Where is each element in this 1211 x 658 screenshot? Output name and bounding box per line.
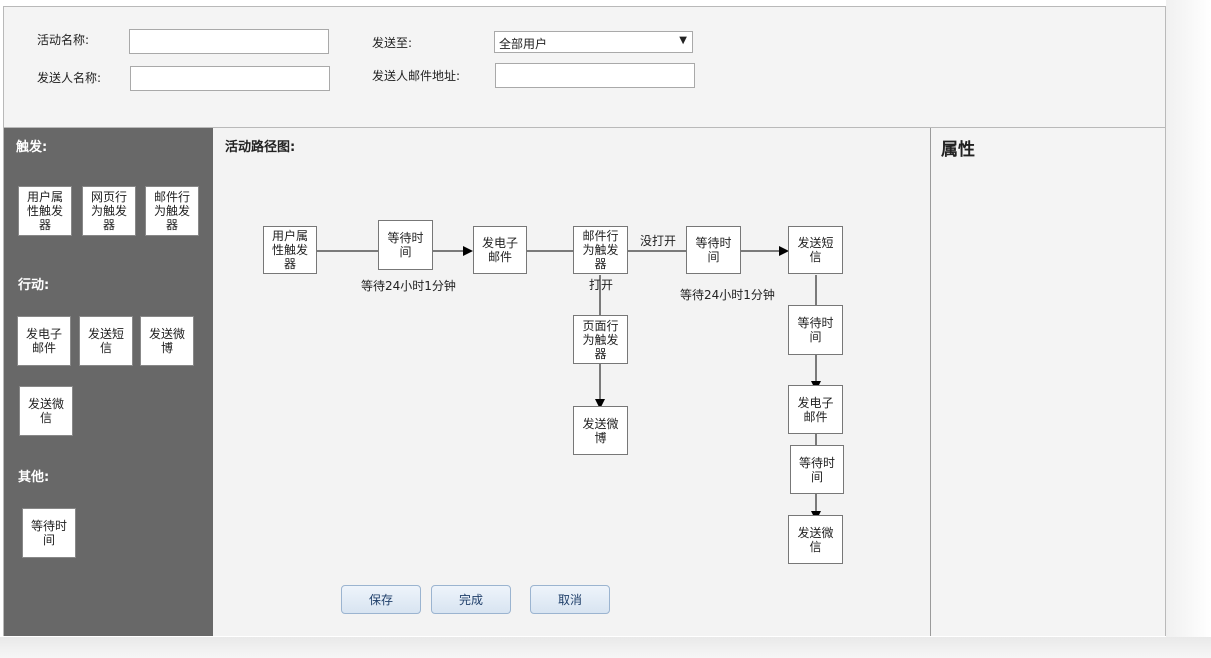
- wait2-duration-label: 等待24小时1分钟: [680, 288, 775, 302]
- send-to-label: 发送至:: [372, 36, 413, 50]
- flow-node-email-trigger[interactable]: 邮件行为触发器: [573, 226, 628, 274]
- window-shadow-bottom: [0, 637, 1211, 658]
- palette-send-wechat[interactable]: 发送微信: [19, 386, 73, 436]
- flow-node-page-trigger[interactable]: 页面行为触发器: [573, 315, 628, 364]
- flow-node-wait2[interactable]: 等待时间: [686, 226, 741, 274]
- palette-send-sms[interactable]: 发送短信: [79, 316, 133, 366]
- flow-node-wait1[interactable]: 等待时间: [378, 220, 433, 270]
- finish-button[interactable]: 完成: [431, 585, 511, 614]
- flow-node-wait4[interactable]: 等待时间: [790, 445, 844, 494]
- send-to-select[interactable]: 全部用户 ▼: [494, 31, 693, 53]
- palette-user-attr-trigger[interactable]: 用户属性触发器: [18, 186, 72, 236]
- save-button[interactable]: 保存: [341, 585, 421, 614]
- sender-name-label: 发送人名称:: [37, 71, 102, 85]
- not-opened-label: 没打开: [640, 234, 677, 248]
- opened-label: 打开: [589, 278, 614, 292]
- palette-email-behavior-trigger[interactable]: 邮件行为触发器: [145, 186, 199, 236]
- properties-title: 属性: [941, 140, 975, 160]
- window-shadow-right: [1166, 0, 1211, 658]
- send-to-value: 全部用户: [499, 37, 548, 51]
- flow-node-send-sms[interactable]: 发送短信: [788, 226, 843, 274]
- campaign-form: 活动名称: 发送人名称: 发送至: 全部用户 ▼ 发送人邮件地址:: [4, 7, 1165, 128]
- flow-node-send-weibo[interactable]: 发送微博: [573, 406, 628, 455]
- palette-web-behavior-trigger[interactable]: 网页行为触发器: [82, 186, 136, 236]
- campaign-editor: 活动名称: 发送人名称: 发送至: 全部用户 ▼ 发送人邮件地址: 触发: 用户…: [3, 6, 1166, 636]
- flow-node-send-email-2[interactable]: 发电子邮件: [788, 385, 843, 434]
- flow-node-user-attr-trigger[interactable]: 用户属性触发器: [263, 226, 317, 274]
- activity-name-label: 活动名称:: [37, 33, 90, 47]
- wait1-duration-label: 等待24小时1分钟: [361, 279, 456, 293]
- palette-send-weibo[interactable]: 发送微博: [140, 316, 194, 366]
- cancel-button[interactable]: 取消: [530, 585, 610, 614]
- flow-node-wait3[interactable]: 等待时间: [788, 305, 843, 355]
- sender-email-input[interactable]: [495, 63, 695, 88]
- properties-panel: 属性: [931, 128, 1165, 636]
- flow-node-send-email-1[interactable]: 发电子邮件: [473, 226, 527, 274]
- component-palette: 触发: 用户属性触发器 网页行为触发器 邮件行为触发器 行动: 发电子邮件 发送…: [4, 128, 213, 636]
- other-section-title: 其他:: [18, 470, 50, 485]
- action-section-title: 行动:: [18, 278, 50, 293]
- palette-send-email[interactable]: 发电子邮件: [17, 316, 71, 366]
- flow-canvas[interactable]: 活动路径图: 用户属性触发器 等待时间 等待24小时1分钟 发电子邮件 邮件行为…: [213, 128, 931, 636]
- flow-node-send-wechat[interactable]: 发送微信: [788, 515, 843, 564]
- dropdown-arrow-icon: ▼: [679, 35, 687, 46]
- palette-wait-time[interactable]: 等待时间: [22, 508, 76, 558]
- sender-name-input[interactable]: [130, 66, 330, 91]
- activity-name-input[interactable]: [129, 29, 329, 54]
- trigger-section-title: 触发:: [16, 140, 48, 155]
- sender-email-label: 发送人邮件地址:: [372, 69, 461, 83]
